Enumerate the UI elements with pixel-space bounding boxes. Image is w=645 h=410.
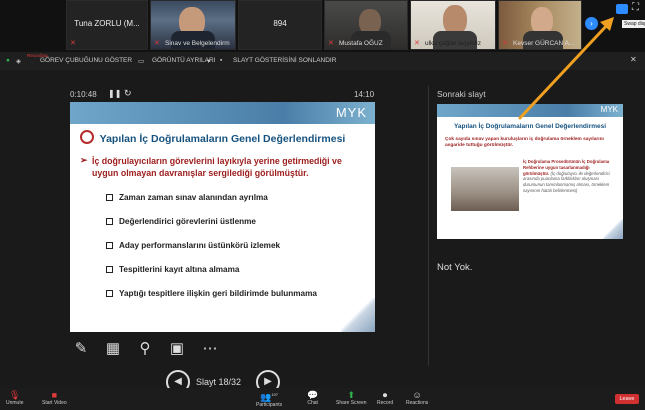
list-item: Yaptığı tespitlere ilişkin geri bildirim… <box>106 289 317 313</box>
participant-name: Kevser GÜRCAN A... <box>513 40 575 47</box>
list-item: Zaman zaman sınav alanından ayrılma <box>106 193 317 217</box>
muted-mic-icon: ✕ <box>70 40 76 47</box>
presenter-toolbar: ● ◈ Recording GÖREV ÇUBUĞUNU GÖSTER ▭ GÖ… <box>0 52 645 70</box>
participants-button[interactable]: 👥197 Participants <box>256 390 282 408</box>
speaker-notes: Not Yok. <box>437 262 473 273</box>
slide-lead: İç doğrulayıcıların görevlerini layıkıyl… <box>92 156 342 178</box>
slide-title: Yapılan İç Doğrulamaların Genel Değerlen… <box>99 133 346 145</box>
checkbox-bullet-icon <box>106 218 113 226</box>
more-options-icon[interactable]: ⋯ <box>199 338 221 360</box>
participant-tile[interactable]: 894 <box>238 0 322 50</box>
meeting-toolbar: 🎙 Unmute ■ Start Video 👥197 Participants 💬 C… <box>0 388 645 410</box>
classroom-photo <box>451 167 519 211</box>
next-slide-label: Sonraki slayt <box>437 89 486 99</box>
display-settings-button[interactable]: GÖRÜNTÜ AYRILARI <box>152 57 215 64</box>
checkbox-bullet-icon <box>106 242 113 250</box>
list-item: Aday performanslarını üstünkörü izlemek <box>106 241 317 265</box>
all-slides-icon[interactable]: ▦ <box>102 338 124 360</box>
list-item: Değerlendirici görevlerini üstlenme <box>106 217 317 241</box>
pen-icon[interactable]: ✎ <box>70 338 92 360</box>
end-slideshow-button[interactable]: SLAYT GÖSTERİSİNİ SONLANDIR <box>233 57 336 64</box>
swap-display-tooltip: Swap display <box>622 20 645 28</box>
reactions-icon: ☺ <box>412 390 422 400</box>
record-button[interactable]: ⏺ Record <box>377 390 393 406</box>
participant-name: Tuna ZORLU (M... <box>74 19 140 28</box>
next-slide-title: Yapılan İç Doğrulamaların Genel Değerlen… <box>453 123 607 130</box>
start-video-button[interactable]: ■ Start Video <box>42 390 67 406</box>
pause-icon[interactable]: ❚❚ <box>108 89 121 98</box>
myk-logo: MYK <box>335 105 367 120</box>
participant-tile[interactable]: ✕ ulku çağlar laçyildiz <box>410 0 496 50</box>
list-item: Tespitlerini kayıt altına almama <box>106 265 317 289</box>
participant-name: 894 <box>273 19 287 28</box>
participant-strip: Tuna ZORLU (M... ✕ ✕ Sinav ve Belgelendi… <box>0 0 645 52</box>
muted-mic-icon: ✕ <box>328 40 334 47</box>
participant-name: Mustafa OĞUZ <box>339 40 383 47</box>
video-off-icon: ■ <box>51 390 58 400</box>
share-screen-button[interactable]: ⬆ Share Screen <box>336 390 367 406</box>
record-icon: ⏺ <box>382 390 388 400</box>
leave-button[interactable]: Leave <box>615 394 639 404</box>
reactions-button[interactable]: ☺ Reactions <box>406 390 428 406</box>
muted-mic-icon: ✕ <box>502 40 508 47</box>
next-slide-lead: Çok sayıda sınav yapan kuruluşların iç d… <box>445 137 604 149</box>
next-slide-column: İç Doğrulama Prosedürünün İç Doğrulama R… <box>523 159 610 193</box>
slide-header-band <box>70 102 375 124</box>
share-screen-icon: ⬆ <box>347 390 356 400</box>
participants-icon: 👥197 <box>260 392 279 402</box>
elapsed-timer: 0:10:48 <box>70 90 97 99</box>
screen-icon[interactable]: ▣ <box>166 338 188 360</box>
show-taskbar-button[interactable]: GÖREV ÇUBUĞUNU GÖSTER <box>40 57 132 64</box>
checkbox-bullet-icon <box>106 266 113 274</box>
muted-mic-icon: ✕ <box>414 40 420 47</box>
arrow-bullet-icon: ➢ <box>80 155 88 165</box>
checkbox-bullet-icon <box>106 194 113 202</box>
close-icon[interactable]: ✕ <box>630 55 637 64</box>
participant-tile[interactable]: ✕ Sinav ve Belgelendirm <box>150 0 236 50</box>
myk-logo: MYK <box>600 105 618 114</box>
fullscreen-icon[interactable]: ⛶ <box>632 2 639 13</box>
clock: 14:10 <box>354 90 375 99</box>
participant-name: ulku çağlar laçyildiz <box>425 40 481 47</box>
page-curl-decoration <box>341 298 375 332</box>
page-curl-decoration <box>603 219 623 239</box>
shield-icon: ◈ <box>16 58 21 65</box>
unmute-button[interactable]: 🎙 Unmute <box>6 390 24 406</box>
participant-tile[interactable]: Tuna ZORLU (M... ✕ <box>66 0 148 50</box>
slide-bullet-list: Zaman zaman sınav alanından ayrılma Değe… <box>106 193 317 313</box>
slide-header-band <box>437 104 623 117</box>
next-slide-preview[interactable]: MYK Yapılan İç Doğrulamaların Genel Değe… <box>437 104 623 239</box>
chat-icon: 💬 <box>307 390 319 400</box>
swap-display-icon[interactable] <box>616 4 628 14</box>
reset-icon[interactable]: ↻ <box>124 88 132 99</box>
muted-mic-icon: 🎙 <box>9 390 21 400</box>
next-page-icon[interactable]: › <box>585 17 598 30</box>
status-icon: ● <box>6 57 10 64</box>
participant-tile[interactable]: ✕ Mustafa OĞUZ <box>324 0 408 50</box>
participant-tile[interactable]: ✕ Kevser GÜRCAN A... <box>498 0 582 50</box>
chat-button[interactable]: 💬 Chat <box>307 390 318 406</box>
zoom-icon[interactable]: ⚲ <box>134 338 156 360</box>
chevron-down-icon: ▾ <box>207 58 211 65</box>
display-settings-icon: ▭ <box>138 58 145 65</box>
current-slide: MYK Yapılan İç Doğrulamaların Genel Değe… <box>70 102 375 332</box>
slide-counter: Slayt 18/32 <box>196 377 242 387</box>
participant-name: Sinav ve Belgelendirm <box>165 40 230 47</box>
end-slideshow-icon: ▪ <box>220 57 223 64</box>
muted-mic-icon: ✕ <box>154 40 160 47</box>
checkbox-bullet-icon <box>106 290 113 298</box>
